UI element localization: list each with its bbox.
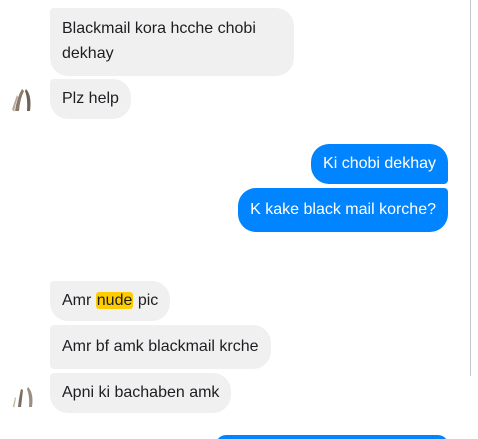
message-text: Amr bf amk blackmail krche — [62, 338, 259, 355]
message-text: Blackmail kora hcche chobi dekhay — [62, 20, 256, 62]
avatar-icon — [8, 379, 40, 411]
incoming-message[interactable]: Amr nude pic — [50, 281, 171, 321]
message-text-after: pic — [137, 292, 159, 309]
incoming-message[interactable]: Amr bf amk blackmail krche — [50, 325, 271, 369]
contact-avatar-icon[interactable] — [8, 83, 40, 115]
outgoing-message-partial[interactable] — [216, 435, 448, 439]
message-text: Apni ki bachaben amk — [62, 384, 220, 401]
message-text: K kake black mail korche? — [250, 201, 436, 218]
message-text: Plz help — [62, 90, 119, 107]
chat-scrollbar[interactable] — [470, 0, 478, 376]
outgoing-message[interactable]: K kake black mail korche? — [238, 188, 448, 232]
contact-avatar-icon[interactable] — [8, 379, 40, 411]
incoming-message[interactable]: Plz help — [50, 79, 131, 119]
highlighted-word: nude — [95, 292, 134, 309]
outgoing-message[interactable]: Ki chobi dekhay — [311, 144, 448, 184]
incoming-message[interactable]: Apni ki bachaben amk — [50, 373, 232, 413]
incoming-message[interactable]: Blackmail kora hcche chobi dekhay — [50, 8, 294, 76]
avatar-icon — [8, 83, 40, 115]
chat-thread: Blackmail kora hcche chobi dekhay Plz he… — [0, 0, 478, 439]
message-text-before: Amr — [62, 292, 92, 309]
message-text: Ki chobi dekhay — [323, 155, 436, 172]
